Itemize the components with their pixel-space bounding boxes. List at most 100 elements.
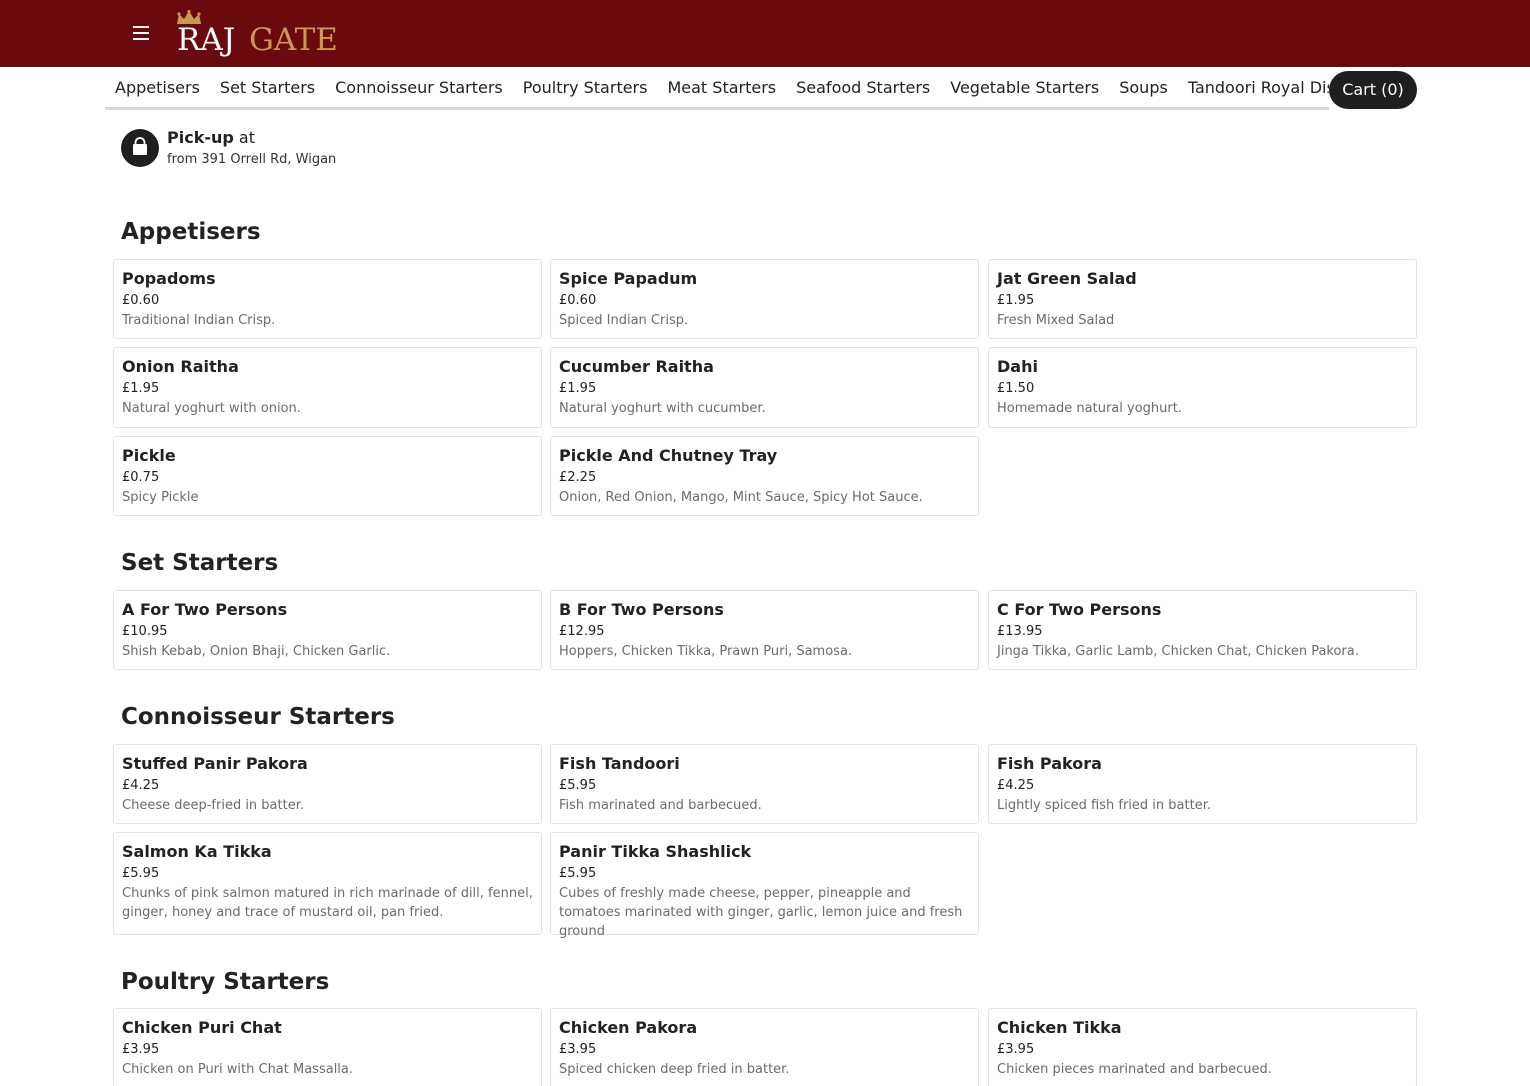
menu-item-price: £4.25 [122,778,160,793]
menu-item-price: £1.95 [559,381,597,396]
menu-item-name: Cucumber Raitha [559,357,714,376]
menu-item-name: Chicken Puri Chat [122,1018,282,1037]
menu-item-description: Spiced Indian Crisp. [559,313,689,328]
menu-item-card[interactable]: Cucumber Raitha £1.95 Natural yoghurt with… [550,347,979,428]
tab-soups[interactable]: Soups [1109,67,1178,107]
menu-item-name: Popadoms [122,269,216,288]
menu-item-description: Fish marinated and barbecued. [559,798,762,813]
menu-item-name: C For Two Persons [997,600,1162,619]
pickup-title: Pick-up at [167,128,255,147]
menu-item-price: £1.95 [122,381,160,396]
menu-item-description: Hoppers, Chicken Tikka, Prawn Puri, Samo… [559,644,853,659]
pickup-info[interactable]: Pick-up at from 391 Orrell Rd, Wigan [121,128,521,168]
menu-item-name: Fish Pakora [997,754,1102,773]
menu-item-description: Onion, Red Onion, Mango, Mint Sauce, Spi… [559,490,923,505]
tab-meat-starters[interactable]: Meat Starters [657,67,786,107]
section-title-set-starters: Set Starters [121,550,279,576]
tab-set-starters[interactable]: Set Starters [210,67,325,107]
menu-item-price: £5.95 [122,866,160,881]
pickup-address: from 391 Orrell Rd, Wigan [167,152,337,167]
menu-item-price: £5.95 [559,866,597,881]
menu-item-name: B For Two Persons [559,600,724,619]
menu-item-description: Jinga Tikka, Garlic Lamb, Chicken Chat, … [997,644,1359,659]
menu-item-price: £3.95 [997,1042,1035,1057]
menu-item-description: Shish Kebab, Onion Bhaji, Chicken Garlic… [122,644,391,659]
menu-item-name: Fish Tandoori [559,754,680,773]
tab-seafood-starters[interactable]: Seafood Starters [786,67,940,107]
menu-item-description: Natural yoghurt with onion. [122,401,301,416]
menu-item-price: £13.95 [997,624,1043,639]
menu-item-card[interactable]: Chicken Pakora £3.95 Spiced chicken deep f… [550,1008,979,1086]
cart-button[interactable]: Cart (0) [1329,71,1417,109]
raj-gate-logo[interactable]: RAJ GATE [175,10,365,58]
section-title-appetisers: Appetisers [121,219,261,245]
menu-item-description: Spiced chicken deep fried in batter. [559,1062,790,1077]
section-title-poultry-starters: Poultry Starters [121,969,330,995]
menu-item-card[interactable]: Jat Green Salad £1.95 Fresh Mixed Salad [988,259,1417,339]
menu-item-name: Chicken Pakora [559,1018,698,1037]
tab-poultry-starters[interactable]: Poultry Starters [513,67,658,107]
pickup-mode: Pick-up [167,128,234,147]
menu-item-description: Spicy Pickle [122,490,199,505]
tab-vegetable-starters[interactable]: Vegetable Starters [940,67,1109,107]
menu-item-card[interactable]: A For Two Persons £10.95 Shish Kebab, Onio… [113,590,542,670]
menu-item-card[interactable]: Dahi £1.50 Homemade natural yoghurt. [988,347,1417,428]
menu-item-description: Cubes of freshly made cheese, pepper, pi… [559,886,963,939]
menu-item-price: £4.25 [997,778,1035,793]
menu-item-card[interactable]: Panir Tikka Shashlick £5.95 Cubes of fresh… [550,832,979,939]
tab-connoisseur-starters[interactable]: Connoisseur Starters [325,67,513,107]
menu-item-description: Homemade natural yoghurt. [997,401,1182,416]
menu-item-card[interactable]: B For Two Persons £12.95 Hoppers, Chicken … [550,590,979,670]
menu-item-name: Stuffed Panir Pakora [122,754,308,773]
logo-text-raj: RAJ [177,22,236,58]
pickup-at: at [238,128,255,147]
menu-item-price: £0.75 [122,470,160,485]
tab-appetisers[interactable]: Appetisers [105,67,210,107]
menu-item-name: Onion Raitha [122,357,239,376]
category-nav-track: Appetisers Set Starters Connoisseur Starte… [105,67,1329,107]
tab-tandoori-royal-dishes[interactable]: Tandoori Royal Dishes [1178,67,1329,107]
menu-item-price: £3.95 [122,1042,160,1057]
menu-item-card[interactable]: Salmon Ka Tikka £5.95 Chunks of pink salmo… [113,832,542,935]
menu-item-name: Spice Papadum [559,269,698,288]
section-title-connoisseur-starters: Connoisseur Starters [121,704,395,730]
hamburger-menu-icon[interactable] [130,22,154,44]
menu-item-description: Fresh Mixed Salad [997,313,1115,328]
menu-item-name: Dahi [997,357,1038,376]
menu-item-price: £2.25 [559,470,597,485]
menu-item-name: Pickle And Chutney Tray [559,446,778,465]
menu-item-price: £0.60 [122,293,160,308]
shopping-bag-icon [121,129,159,167]
menu-item-price: £5.95 [559,778,597,793]
menu-item-card[interactable]: Pickle £0.75 Spicy Pickle [113,436,542,516]
category-nav: Appetisers Set Starters Connoisseur Starte… [105,67,1329,110]
menu-item-description: Natural yoghurt with cucumber. [559,401,766,416]
menu-item-price: £12.95 [559,624,605,639]
menu-item-price: £0.60 [559,293,597,308]
menu-item-card[interactable]: C For Two Persons £13.95 Jinga Tikka, Garl… [988,590,1417,670]
menu-item-card[interactable]: Popadoms £0.60 Traditional Indian Crisp. [113,259,542,339]
menu-item-description: Cheese deep-fried in batter. [122,798,304,813]
menu-item-price: £1.95 [997,293,1035,308]
menu-item-card[interactable]: Chicken Tikka £3.95 Chicken pieces marinat… [988,1008,1417,1086]
top-header: RAJ GATE [0,0,1530,67]
menu-item-name: A For Two Persons [122,600,288,619]
menu-item-card[interactable]: Spice Papadum £0.60 Spiced Indian Crisp. [550,259,979,339]
menu-item-card[interactable]: Onion Raitha £1.95 Natural yoghurt with on… [113,347,542,428]
menu-item-card[interactable]: Chicken Puri Chat £3.95 Chicken on Puri wi… [113,1008,542,1086]
menu-item-description: Traditional Indian Crisp. [122,313,276,328]
menu-item-name: Salmon Ka Tikka [122,842,272,861]
menu-item-price: £3.95 [559,1042,597,1057]
menu-item-card[interactable]: Pickle And Chutney Tray £2.25 Onion, Red O… [550,436,979,516]
logo-text-gate: GATE [249,22,338,58]
menu-item-card[interactable]: Fish Pakora £4.25 Lightly spiced fish frie… [988,744,1417,824]
menu-item-card[interactable]: Stuffed Panir Pakora £4.25 Cheese deep-fri… [113,744,542,824]
menu-item-name: Panir Tikka Shashlick [559,842,752,861]
menu-item-description: Chunks of pink salmon matured in rich ma… [122,886,533,920]
menu-item-name: Pickle [122,446,176,465]
menu-item-description: Lightly spiced fish fried in batter. [997,798,1211,813]
menu-item-name: Jat Green Salad [997,269,1137,288]
menu-item-description: Chicken on Puri with Chat Massalla. [122,1062,354,1077]
menu-item-price: £10.95 [122,624,168,639]
menu-item-card[interactable]: Fish Tandoori £5.95 Fish marinated and bar… [550,744,979,824]
